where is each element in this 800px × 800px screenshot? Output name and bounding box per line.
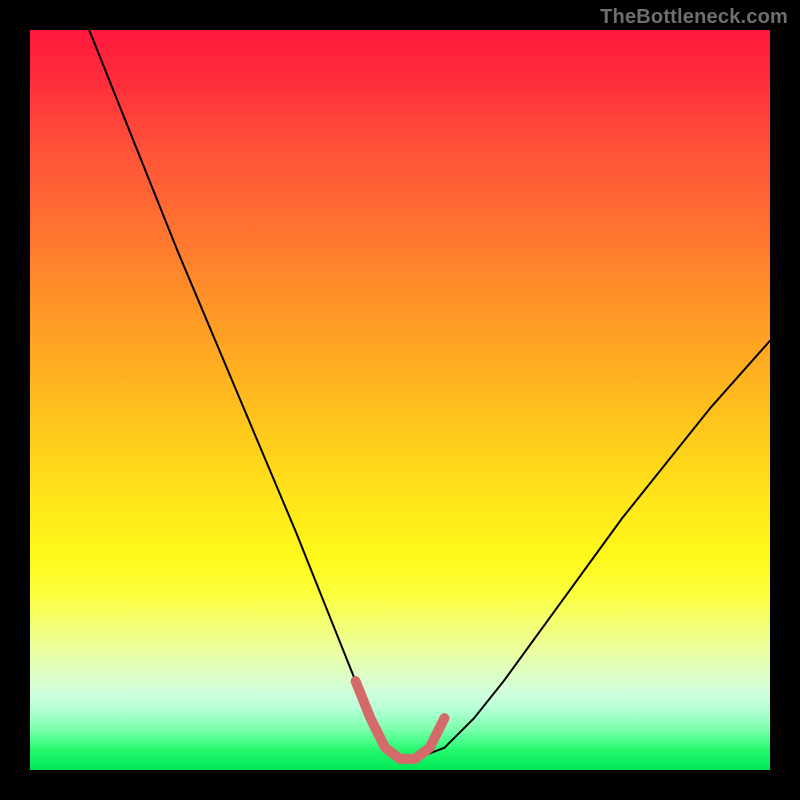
plot-area xyxy=(30,30,770,770)
optimal-zone-path xyxy=(356,681,445,759)
curve-svg xyxy=(30,30,770,770)
chart-frame: TheBottleneck.com xyxy=(0,0,800,800)
bottleneck-curve-path xyxy=(89,30,770,759)
watermark-text: TheBottleneck.com xyxy=(600,6,788,29)
